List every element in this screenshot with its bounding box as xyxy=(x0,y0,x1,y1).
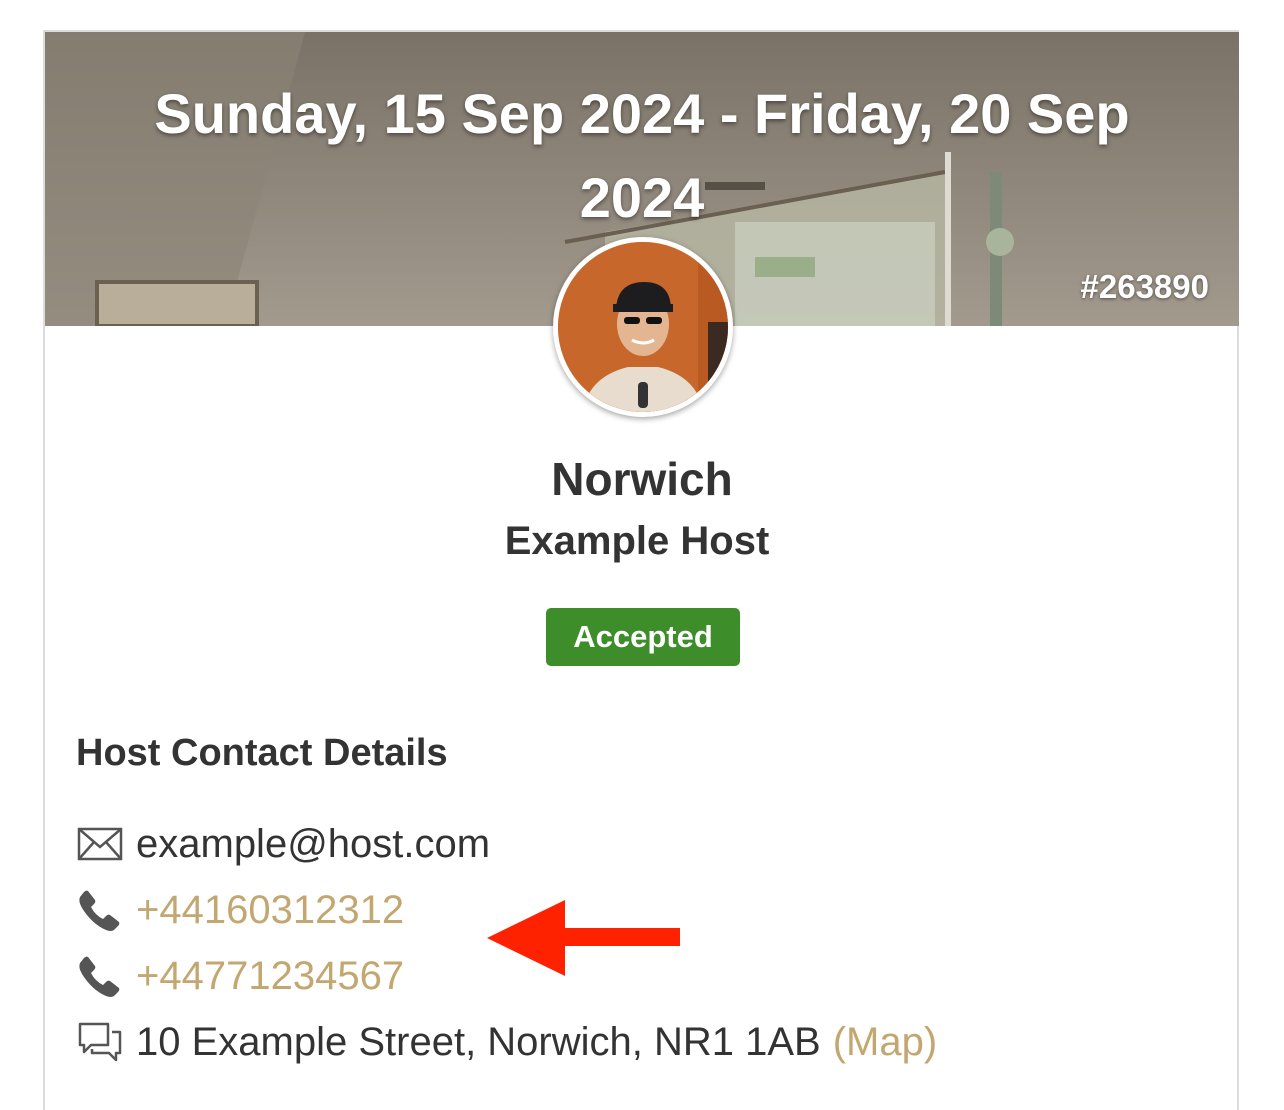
contact-email-row: example@host.com xyxy=(76,819,490,869)
contact-address-row: 10 Example Street, Norwich, NR1 1AB (Map… xyxy=(76,1017,937,1067)
phone-icon xyxy=(76,887,124,933)
phone-icon xyxy=(76,953,124,999)
red-arrow-icon xyxy=(487,900,680,976)
envelope-icon xyxy=(76,821,124,867)
host-email[interactable]: example@host.com xyxy=(136,822,490,867)
host-address: 10 Example Street, Norwich, NR1 1AB xyxy=(136,1019,821,1064)
destination-city: Norwich xyxy=(551,453,733,505)
host-avatar xyxy=(553,237,733,417)
booking-reference: #263890 xyxy=(1080,268,1209,305)
host-phone-1[interactable]: +44160312312 xyxy=(136,888,404,933)
contact-section-title: Host Contact Details xyxy=(76,732,448,774)
speech-bubbles-icon xyxy=(76,1019,124,1065)
map-link[interactable]: (Map) xyxy=(833,1020,937,1065)
host-name: Example Host xyxy=(504,519,770,563)
host-phone-2[interactable]: +44771234567 xyxy=(136,954,404,999)
contact-phone-row: +44160312312 xyxy=(76,885,404,935)
booking-date-range: Sunday, 15 Sep 2024 - Friday, 20 Sep 202… xyxy=(154,82,1130,229)
contact-phone-row: +44771234567 xyxy=(76,951,404,1001)
status-badge: Accepted xyxy=(546,608,740,666)
